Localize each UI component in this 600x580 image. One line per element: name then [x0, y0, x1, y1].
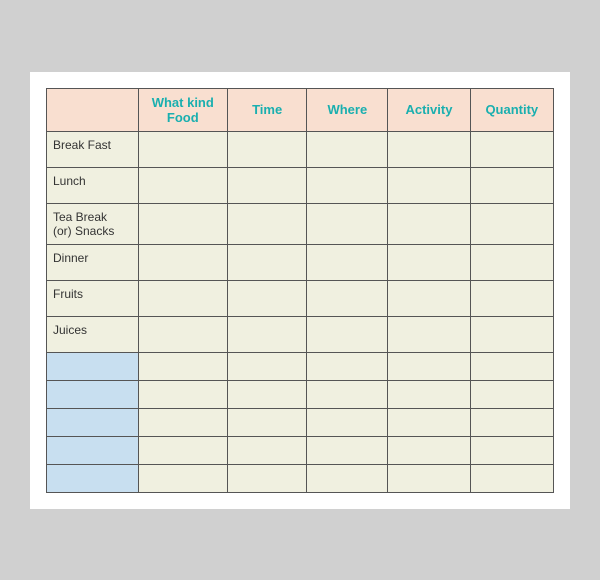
- page-container: What kindFood Time Where Activity Quanti…: [30, 72, 570, 509]
- table-row: [47, 380, 554, 408]
- data-cell[interactable]: [138, 203, 227, 244]
- data-cell[interactable]: [138, 131, 227, 167]
- data-cell[interactable]: [228, 464, 307, 492]
- data-cell[interactable]: [470, 380, 553, 408]
- row-label: Juices: [47, 316, 139, 352]
- data-cell[interactable]: [470, 464, 553, 492]
- data-cell[interactable]: [388, 203, 470, 244]
- data-cell[interactable]: [470, 408, 553, 436]
- data-cell[interactable]: [138, 408, 227, 436]
- col-header-time: Time: [228, 88, 307, 131]
- data-cell[interactable]: [388, 436, 470, 464]
- data-cell[interactable]: [388, 316, 470, 352]
- table-row: Dinner: [47, 244, 554, 280]
- data-cell[interactable]: [388, 280, 470, 316]
- data-cell[interactable]: [470, 316, 553, 352]
- data-cell[interactable]: [388, 380, 470, 408]
- table-row: Juices: [47, 316, 554, 352]
- data-cell[interactable]: [138, 280, 227, 316]
- table-row: Tea Break (or) Snacks: [47, 203, 554, 244]
- data-cell[interactable]: [388, 167, 470, 203]
- data-cell[interactable]: [138, 352, 227, 380]
- data-cell[interactable]: [470, 167, 553, 203]
- row-label: [47, 408, 139, 436]
- data-cell[interactable]: [138, 380, 227, 408]
- data-cell[interactable]: [307, 131, 388, 167]
- data-cell[interactable]: [388, 352, 470, 380]
- row-label: Fruits: [47, 280, 139, 316]
- data-cell[interactable]: [388, 244, 470, 280]
- data-cell[interactable]: [138, 316, 227, 352]
- data-cell[interactable]: [138, 167, 227, 203]
- col-header-where: Where: [307, 88, 388, 131]
- data-cell[interactable]: [307, 167, 388, 203]
- data-cell[interactable]: [307, 408, 388, 436]
- table-row: [47, 464, 554, 492]
- data-cell[interactable]: [470, 280, 553, 316]
- data-cell[interactable]: [307, 436, 388, 464]
- row-label: Tea Break (or) Snacks: [47, 203, 139, 244]
- row-label: Break Fast: [47, 131, 139, 167]
- row-label: [47, 436, 139, 464]
- table-row: [47, 352, 554, 380]
- data-cell[interactable]: [470, 244, 553, 280]
- data-cell[interactable]: [228, 352, 307, 380]
- data-cell[interactable]: [138, 464, 227, 492]
- data-cell[interactable]: [228, 244, 307, 280]
- data-cell[interactable]: [307, 244, 388, 280]
- data-cell[interactable]: [138, 244, 227, 280]
- data-cell[interactable]: [307, 203, 388, 244]
- table-row: Fruits: [47, 280, 554, 316]
- data-cell[interactable]: [470, 203, 553, 244]
- data-cell[interactable]: [470, 352, 553, 380]
- data-cell[interactable]: [307, 380, 388, 408]
- col-header-activity: Activity: [388, 88, 470, 131]
- data-cell[interactable]: [228, 131, 307, 167]
- table-row: Lunch: [47, 167, 554, 203]
- data-cell[interactable]: [470, 131, 553, 167]
- data-cell[interactable]: [388, 408, 470, 436]
- data-cell[interactable]: [388, 464, 470, 492]
- row-label: [47, 380, 139, 408]
- data-cell[interactable]: [388, 131, 470, 167]
- data-cell[interactable]: [307, 316, 388, 352]
- header-row: What kindFood Time Where Activity Quanti…: [47, 88, 554, 131]
- data-cell[interactable]: [228, 436, 307, 464]
- col-header-food: What kindFood: [138, 88, 227, 131]
- row-label: [47, 464, 139, 492]
- data-cell[interactable]: [307, 280, 388, 316]
- data-cell[interactable]: [138, 436, 227, 464]
- data-cell[interactable]: [228, 167, 307, 203]
- col-header-quantity: Quantity: [470, 88, 553, 131]
- data-cell[interactable]: [228, 280, 307, 316]
- row-label: Lunch: [47, 167, 139, 203]
- data-cell[interactable]: [307, 352, 388, 380]
- table-row: Break Fast: [47, 131, 554, 167]
- table-row: [47, 408, 554, 436]
- food-log-table: What kindFood Time Where Activity Quanti…: [46, 88, 554, 493]
- data-cell[interactable]: [228, 316, 307, 352]
- data-cell[interactable]: [228, 408, 307, 436]
- data-cell[interactable]: [228, 203, 307, 244]
- row-label: Dinner: [47, 244, 139, 280]
- data-cell[interactable]: [470, 436, 553, 464]
- row-label: [47, 352, 139, 380]
- data-cell[interactable]: [307, 464, 388, 492]
- data-cell[interactable]: [228, 380, 307, 408]
- table-row: [47, 436, 554, 464]
- col-header-blank: [47, 88, 139, 131]
